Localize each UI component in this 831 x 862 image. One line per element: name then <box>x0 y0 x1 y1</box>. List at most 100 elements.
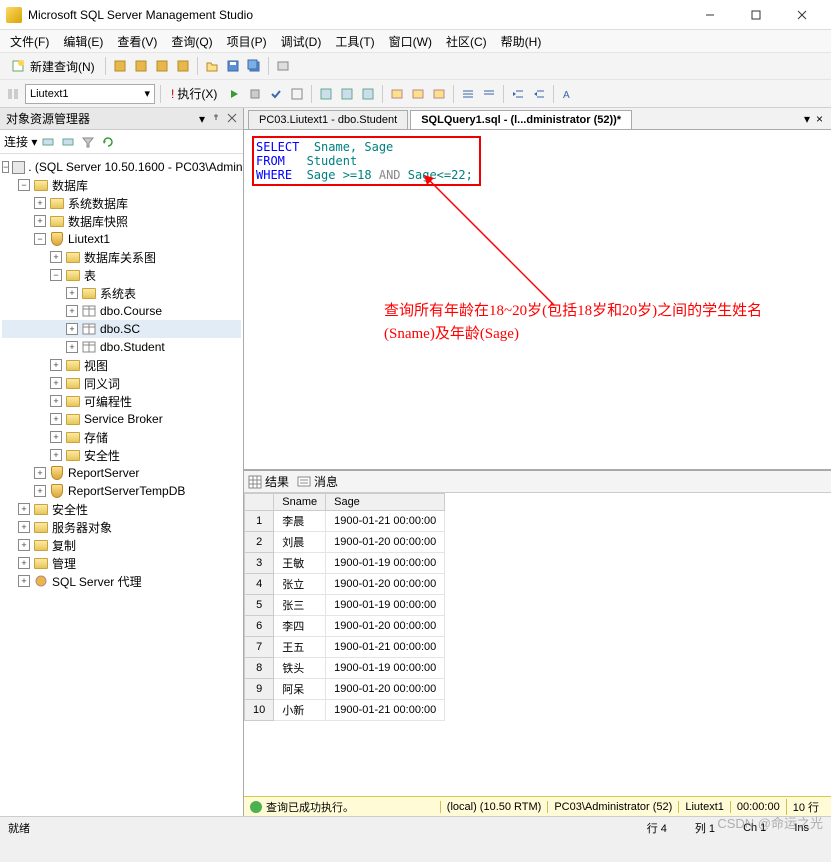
row-number[interactable]: 1 <box>245 511 274 532</box>
column-header[interactable]: Sage <box>326 494 445 511</box>
tree-agent[interactable]: SQL Server 代理 <box>52 573 142 590</box>
tree-systables[interactable]: 系统表 <box>100 285 136 302</box>
cell[interactable]: 1900-01-21 00:00:00 <box>326 700 445 721</box>
tab-sqlquery[interactable]: SQLQuery1.sql - (l...dministrator (52))* <box>410 110 632 129</box>
cell[interactable]: 1900-01-19 00:00:00 <box>326 658 445 679</box>
tree-storage[interactable]: 存储 <box>84 429 108 446</box>
row-number[interactable]: 8 <box>245 658 274 679</box>
toolbar-icon[interactable] <box>153 57 171 75</box>
tree-databases[interactable]: 数据库 <box>52 177 88 194</box>
debug-icon[interactable] <box>225 85 243 103</box>
tree-views[interactable]: 视图 <box>84 357 108 374</box>
tree-replication[interactable]: 复制 <box>52 537 76 554</box>
filter-icon[interactable] <box>79 133 97 151</box>
expand-icon[interactable]: + <box>50 359 62 371</box>
tree-table-student[interactable]: dbo.Student <box>100 340 165 354</box>
table-row[interactable]: 10小新1900-01-21 00:00:00 <box>245 700 445 721</box>
toolbar-icon[interactable] <box>274 57 292 75</box>
toolbar-icon[interactable] <box>409 85 427 103</box>
table-row[interactable]: 6李四1900-01-20 00:00:00 <box>245 616 445 637</box>
outdent-icon[interactable] <box>530 85 548 103</box>
expand-icon[interactable]: + <box>50 251 62 263</box>
toolbar-icon[interactable] <box>111 57 129 75</box>
indent-icon[interactable] <box>509 85 527 103</box>
table-row[interactable]: 5张三1900-01-19 00:00:00 <box>245 595 445 616</box>
collapse-icon[interactable]: − <box>34 233 46 245</box>
tab-close-icon[interactable]: × <box>812 112 827 126</box>
cell[interactable]: 张立 <box>274 574 326 595</box>
expand-icon[interactable]: + <box>50 377 62 389</box>
column-header[interactable]: Sname <box>274 494 326 511</box>
row-number[interactable]: 2 <box>245 532 274 553</box>
toolbar-icon[interactable] <box>388 85 406 103</box>
minimize-button[interactable] <box>687 3 733 27</box>
table-row[interactable]: 3王敏1900-01-19 00:00:00 <box>245 553 445 574</box>
cell[interactable]: 1900-01-20 00:00:00 <box>326 679 445 700</box>
table-row[interactable]: 4张立1900-01-20 00:00:00 <box>245 574 445 595</box>
expand-icon[interactable]: + <box>18 521 30 533</box>
expand-icon[interactable]: + <box>50 395 62 407</box>
menu-debug[interactable]: 调试(D) <box>275 31 328 52</box>
toolbar-icon[interactable] <box>132 57 150 75</box>
cell[interactable]: 王五 <box>274 637 326 658</box>
tree-srv-objects[interactable]: 服务器对象 <box>52 519 112 536</box>
toolbar-icon[interactable]: A <box>559 85 577 103</box>
tree-server[interactable]: . (SQL Server 10.50.1600 - PC03\Administ <box>28 160 243 174</box>
expand-icon[interactable]: + <box>34 197 46 209</box>
parse-icon[interactable] <box>267 85 285 103</box>
expand-icon[interactable]: + <box>34 215 46 227</box>
comment-icon[interactable] <box>459 85 477 103</box>
expand-icon[interactable]: + <box>66 341 78 353</box>
toolbar-icon[interactable] <box>359 85 377 103</box>
sql-editor[interactable]: SELECT Sname, Sage FROM Student WHERE Sa… <box>244 130 831 470</box>
results-grid[interactable]: SnameSage 1李晨 1900-01-21 00:00:00 2刘晨1900-0… <box>244 493 831 796</box>
row-number[interactable]: 4 <box>245 574 274 595</box>
menu-file[interactable]: 文件(F) <box>4 31 55 52</box>
expand-icon[interactable]: + <box>66 323 78 335</box>
row-number[interactable]: 9 <box>245 679 274 700</box>
tree-tables[interactable]: 表 <box>84 267 96 284</box>
tree-snapshot[interactable]: 数据库快照 <box>68 213 128 230</box>
expand-icon[interactable]: + <box>34 485 46 497</box>
toolbar-icon[interactable] <box>317 85 335 103</box>
expand-icon[interactable]: + <box>34 467 46 479</box>
menu-view[interactable]: 查看(V) <box>111 31 163 52</box>
expand-icon[interactable]: + <box>18 575 30 587</box>
toolbar-icon[interactable] <box>59 133 77 151</box>
collapse-icon[interactable]: − <box>50 269 62 281</box>
maximize-button[interactable] <box>733 3 779 27</box>
tree-management[interactable]: 管理 <box>52 555 76 572</box>
open-icon[interactable] <box>203 57 221 75</box>
cell[interactable]: 1900-01-20 00:00:00 <box>326 532 445 553</box>
table-row[interactable]: 2刘晨1900-01-20 00:00:00 <box>245 532 445 553</box>
stop-icon[interactable] <box>246 85 264 103</box>
results-tab[interactable]: 结果 <box>248 473 289 490</box>
menu-help[interactable]: 帮助(H) <box>495 31 548 52</box>
tree-userdb[interactable]: Liutext1 <box>68 232 110 246</box>
table-row[interactable]: 9阿呆1900-01-20 00:00:00 <box>245 679 445 700</box>
tree-srv-security[interactable]: 安全性 <box>52 501 88 518</box>
tab-dropdown-icon[interactable]: ▾ <box>804 112 810 126</box>
execute-button[interactable]: ! 执行(X) <box>166 82 222 105</box>
row-number[interactable]: 10 <box>245 700 274 721</box>
cell[interactable]: 张三 <box>274 595 326 616</box>
row-number[interactable]: 5 <box>245 595 274 616</box>
cell[interactable]: 1900-01-20 00:00:00 <box>326 574 445 595</box>
toolbar-icon[interactable] <box>4 85 22 103</box>
tree-table-course[interactable]: dbo.Course <box>100 304 162 318</box>
expand-icon[interactable]: + <box>18 557 30 569</box>
refresh-icon[interactable] <box>99 133 117 151</box>
expand-icon[interactable]: + <box>18 539 30 551</box>
object-tree[interactable]: − . (SQL Server 10.50.1600 - PC03\Adminis… <box>0 154 243 816</box>
tree-sysdb[interactable]: 系统数据库 <box>68 195 128 212</box>
row-number[interactable]: 6 <box>245 616 274 637</box>
cell[interactable]: 李晨 <box>274 511 326 532</box>
cell[interactable]: 铁头 <box>274 658 326 679</box>
expand-icon[interactable]: + <box>50 413 62 425</box>
column-header[interactable] <box>245 494 274 511</box>
cell[interactable]: 小新 <box>274 700 326 721</box>
table-row[interactable]: 7王五1900-01-21 00:00:00 <box>245 637 445 658</box>
tree-diagram[interactable]: 数据库关系图 <box>84 249 156 266</box>
messages-tab[interactable]: 消息 <box>297 473 338 490</box>
expand-icon[interactable]: + <box>66 305 78 317</box>
